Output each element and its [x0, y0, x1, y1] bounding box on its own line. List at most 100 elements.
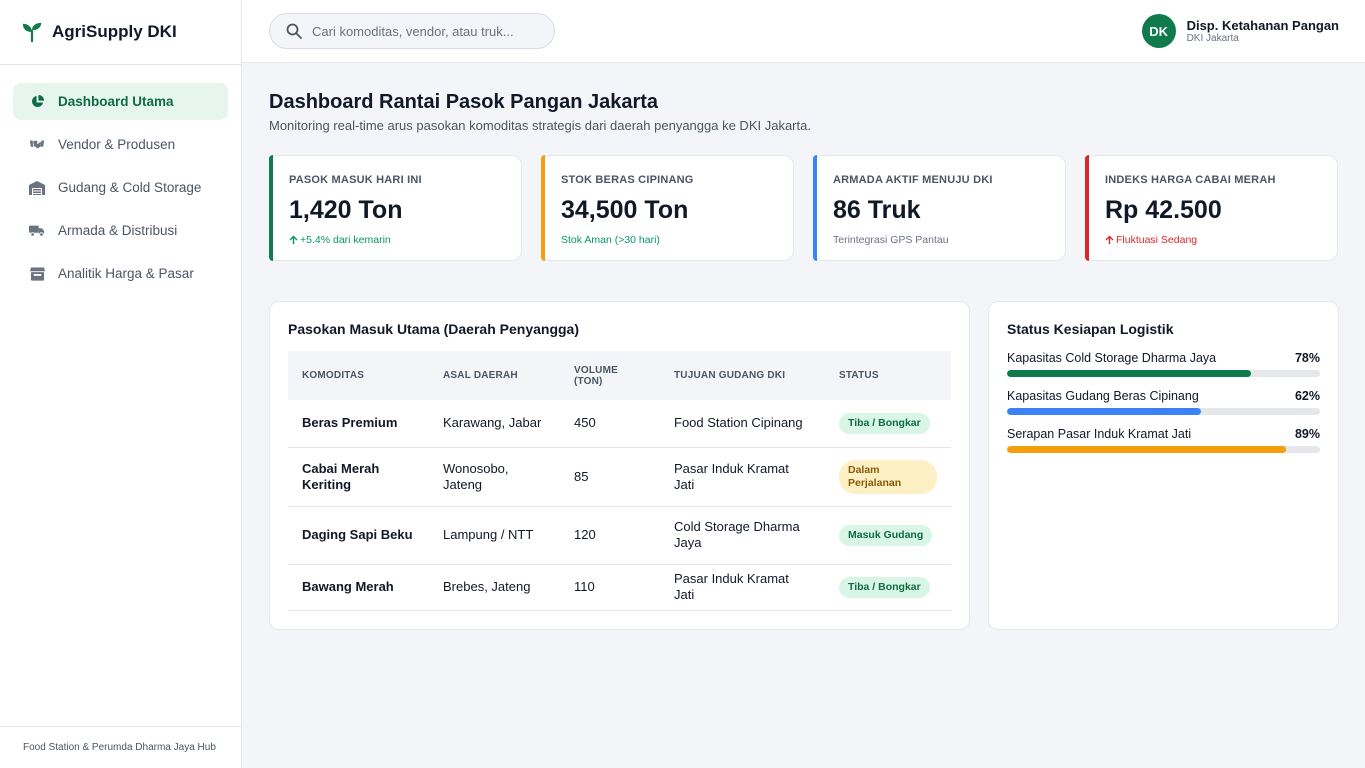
sidebar-item-label: Analitik Harga & Pasar [58, 266, 194, 281]
sidebar-item-label: Vendor & Produsen [58, 137, 176, 152]
cell-destination: Food Station Cipinang [660, 400, 825, 448]
supply-table: KOMODITAS ASAL DAERAH VOLUME (TON) TUJUA… [288, 351, 951, 611]
progress-fill [1007, 408, 1202, 415]
cell-destination: Cold Storage Dharma Jaya [660, 506, 825, 565]
progress-fill [1007, 370, 1252, 377]
brand[interactable]: AgriSupply DKI [0, 0, 241, 65]
page-title: Dashboard Rantai Pasok Pangan Jakarta [269, 91, 659, 113]
kpi-accent-bar [541, 155, 545, 261]
kpi-note: Fluktuasi Sedang [1105, 234, 1319, 246]
column-header[interactable]: STATUS [825, 351, 951, 400]
sidebar-item-dashboard[interactable]: Dashboard Utama [13, 83, 228, 120]
warehouse-icon [29, 180, 45, 196]
table-header-row: KOMODITAS ASAL DAERAH VOLUME (TON) TUJUA… [288, 351, 951, 400]
cell-status: Dalam Perjalanan [825, 447, 951, 507]
kpi-note: Terintegrasi GPS Pantau [833, 234, 1047, 246]
table-row[interactable]: Daging Sapi Beku Lampung / NTT 120 Cold … [288, 506, 951, 565]
progress-percent: 78% [1294, 351, 1320, 365]
search-icon [286, 23, 302, 39]
sprout-icon [20, 20, 44, 44]
sidebar-item-label: Dashboard Utama [58, 94, 174, 109]
cell-origin: Wonosobo, Jateng [429, 447, 560, 507]
cell-commodity: Beras Premium [288, 400, 429, 448]
progress-item: Kapasitas Cold Storage Dharma Jaya 78% [1007, 351, 1320, 377]
kpi-label: STOK BERAS CIPINANG [561, 174, 694, 186]
cell-status: Masuk Gudang [825, 506, 951, 565]
kpi-note-text: Terintegrasi GPS Pantau [833, 234, 949, 246]
cell-status: Tiba / Bongkar [825, 564, 951, 611]
store-icon [29, 266, 45, 282]
cell-volume: 85 [560, 447, 660, 507]
kpi-note-text: +5.4% dari kemarin [300, 234, 391, 246]
progress-track [1007, 446, 1320, 453]
table-row[interactable]: Bawang Merah Brebes, Jateng 110 Pasar In… [288, 564, 951, 611]
progress-track [1007, 370, 1320, 377]
cell-destination: Pasar Induk Kramat Jati [660, 447, 825, 507]
status-badge: Dalam Perjalanan [839, 459, 937, 494]
column-header[interactable]: KOMODITAS [288, 351, 429, 400]
kpi-accent-bar [269, 155, 273, 261]
kpi-card-rice-stock: STOK BERAS CIPINANG 34,500 Ton Stok Aman… [541, 155, 794, 261]
sidebar-item-vendor[interactable]: Vendor & Produsen [13, 126, 228, 163]
user-menu[interactable]: DK Disp. Ketahanan Pangan DKI Jakarta [1141, 14, 1339, 48]
search-input[interactable] [312, 23, 532, 39]
kpi-value: 86 Truk [833, 196, 921, 224]
card-title: Pasokan Masuk Utama (Daerah Penyangga) [288, 321, 579, 337]
status-badge: Tiba / Bongkar [839, 576, 930, 598]
kpi-card-fleet: ARMADA AKTIF MENUJU DKI 86 Truk Terinteg… [813, 155, 1066, 261]
cell-status: Tiba / Bongkar [825, 400, 951, 448]
pie-chart-icon [29, 94, 45, 110]
search-box[interactable] [269, 13, 555, 49]
kpi-value: 34,500 Ton [561, 196, 689, 224]
kpi-note: Stok Aman (>30 hari) [561, 234, 775, 246]
cell-origin: Brebes, Jateng [429, 564, 560, 611]
kpi-note: +5.4% dari kemarin [289, 234, 503, 246]
cell-volume: 110 [560, 564, 660, 611]
progress-label: Serapan Pasar Induk Kramat Jati [1007, 427, 1192, 441]
cell-commodity: Bawang Merah [288, 564, 429, 611]
sidebar-item-fleet[interactable]: Armada & Distribusi [13, 212, 228, 249]
kpi-accent-bar [1085, 155, 1089, 261]
cell-origin: Lampung / NTT [429, 506, 560, 565]
status-badge: Masuk Gudang [839, 524, 933, 546]
status-badge: Tiba / Bongkar [839, 412, 930, 434]
kpi-value: Rp 42.500 [1105, 196, 1222, 224]
user-name: Disp. Ketahanan Pangan [1186, 17, 1339, 33]
kpi-note-text: Fluktuasi Sedang [1116, 234, 1198, 246]
sidebar-nav: Dashboard Utama Vendor & Produsen Gudang… [0, 65, 241, 292]
kpi-note-text: Stok Aman (>30 hari) [561, 234, 660, 246]
sidebar-item-analytics[interactable]: Analitik Harga & Pasar [13, 255, 228, 292]
truck-icon [29, 223, 45, 239]
progress-list: Kapasitas Cold Storage Dharma Jaya 78% K… [1007, 351, 1320, 453]
kpi-label: ARMADA AKTIF MENUJU DKI [833, 174, 993, 186]
kpi-value: 1,420 Ton [289, 196, 403, 224]
kpi-card-chili-price: INDEKS HARGA CABAI MERAH Rp 42.500 Flukt… [1085, 155, 1338, 261]
card-title: Status Kesiapan Logistik [1007, 321, 1174, 337]
avatar[interactable]: DK [1141, 14, 1176, 48]
user-role: DKI Jakarta [1186, 32, 1239, 44]
progress-percent: 89% [1294, 427, 1320, 441]
cell-commodity: Cabai Merah Keriting [288, 447, 429, 507]
arrow-up-icon [289, 235, 298, 244]
cell-volume: 120 [560, 506, 660, 565]
table-row[interactable]: Cabai Merah Keriting Wonosobo, Jateng 85… [288, 447, 951, 507]
kpi-accent-bar [813, 155, 817, 261]
handshake-icon [29, 137, 45, 153]
brand-name: AgriSupply DKI [52, 22, 177, 41]
column-header[interactable]: TUJUAN GUDANG DKI [660, 351, 825, 400]
sidebar-footer: Food Station & Perumda Dharma Jaya Hub [0, 726, 241, 768]
progress-label: Kapasitas Gudang Beras Cipinang [1007, 389, 1199, 403]
column-header[interactable]: ASAL DAERAH [429, 351, 560, 400]
table-row[interactable]: Beras Premium Karawang, Jabar 450 Food S… [288, 400, 951, 448]
kpi-label: INDEKS HARGA CABAI MERAH [1105, 174, 1276, 186]
progress-track [1007, 408, 1320, 415]
sidebar-item-warehouse[interactable]: Gudang & Cold Storage [13, 169, 228, 206]
page-subtitle: Monitoring real-time arus pasokan komodi… [269, 118, 811, 133]
kpi-row: PASOK MASUK HARI INI 1,420 Ton +5.4% dar… [269, 155, 1339, 262]
sidebar-item-label: Gudang & Cold Storage [58, 180, 202, 195]
column-header[interactable]: VOLUME (TON) [560, 351, 660, 400]
supply-table-card: Pasokan Masuk Utama (Daerah Penyangga) K… [269, 301, 970, 630]
topbar: DK Disp. Ketahanan Pangan DKI Jakarta [242, 0, 1365, 63]
logistics-card: Status Kesiapan Logistik Kapasitas Cold … [988, 301, 1339, 630]
cell-origin: Karawang, Jabar [429, 400, 560, 448]
